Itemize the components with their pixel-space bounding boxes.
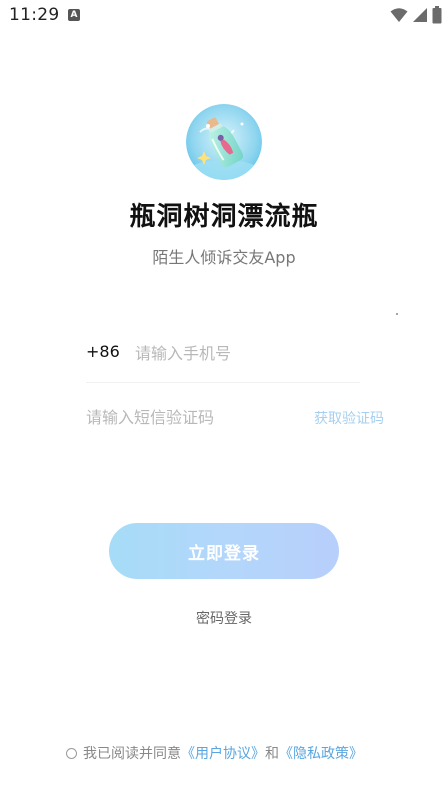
user-agreement-link[interactable]: 《用户协议》 bbox=[181, 743, 265, 763]
battery-icon bbox=[432, 6, 442, 24]
country-code[interactable]: +86 bbox=[86, 342, 120, 361]
agreement-row: 我已阅读并同意 《用户协议》 和 《隐私政策》 bbox=[66, 743, 363, 763]
agreement-prefix: 我已阅读并同意 bbox=[83, 746, 181, 762]
login-button[interactable]: 立即登录 bbox=[109, 523, 339, 579]
decorative-dot bbox=[396, 313, 398, 315]
password-login-link[interactable]: 密码登录 bbox=[0, 608, 448, 628]
phone-row: +86 bbox=[86, 338, 360, 383]
status-bar: 11:29 A bbox=[0, 0, 448, 30]
status-time: 11:29 bbox=[9, 5, 60, 25]
wifi-icon bbox=[390, 8, 408, 22]
notification-a-icon: A bbox=[68, 9, 80, 21]
app-subtitle: 陌生人倾诉交友App bbox=[152, 248, 296, 267]
signal-icon bbox=[413, 8, 427, 22]
code-row: 获取验证码 bbox=[86, 402, 384, 434]
phone-input[interactable] bbox=[135, 338, 355, 368]
drift-bottle-logo-icon bbox=[186, 104, 262, 180]
sms-code-input[interactable] bbox=[86, 402, 286, 432]
agreement-conjunction: 和 bbox=[265, 746, 279, 762]
app-title: 瓶洞树洞漂流瓶 bbox=[129, 202, 319, 232]
system-icons bbox=[390, 6, 442, 24]
privacy-policy-link[interactable]: 《隐私政策》 bbox=[279, 743, 363, 763]
get-code-button[interactable]: 获取验证码 bbox=[314, 408, 384, 428]
app-logo bbox=[186, 104, 262, 180]
agreement-radio[interactable] bbox=[66, 747, 77, 759]
